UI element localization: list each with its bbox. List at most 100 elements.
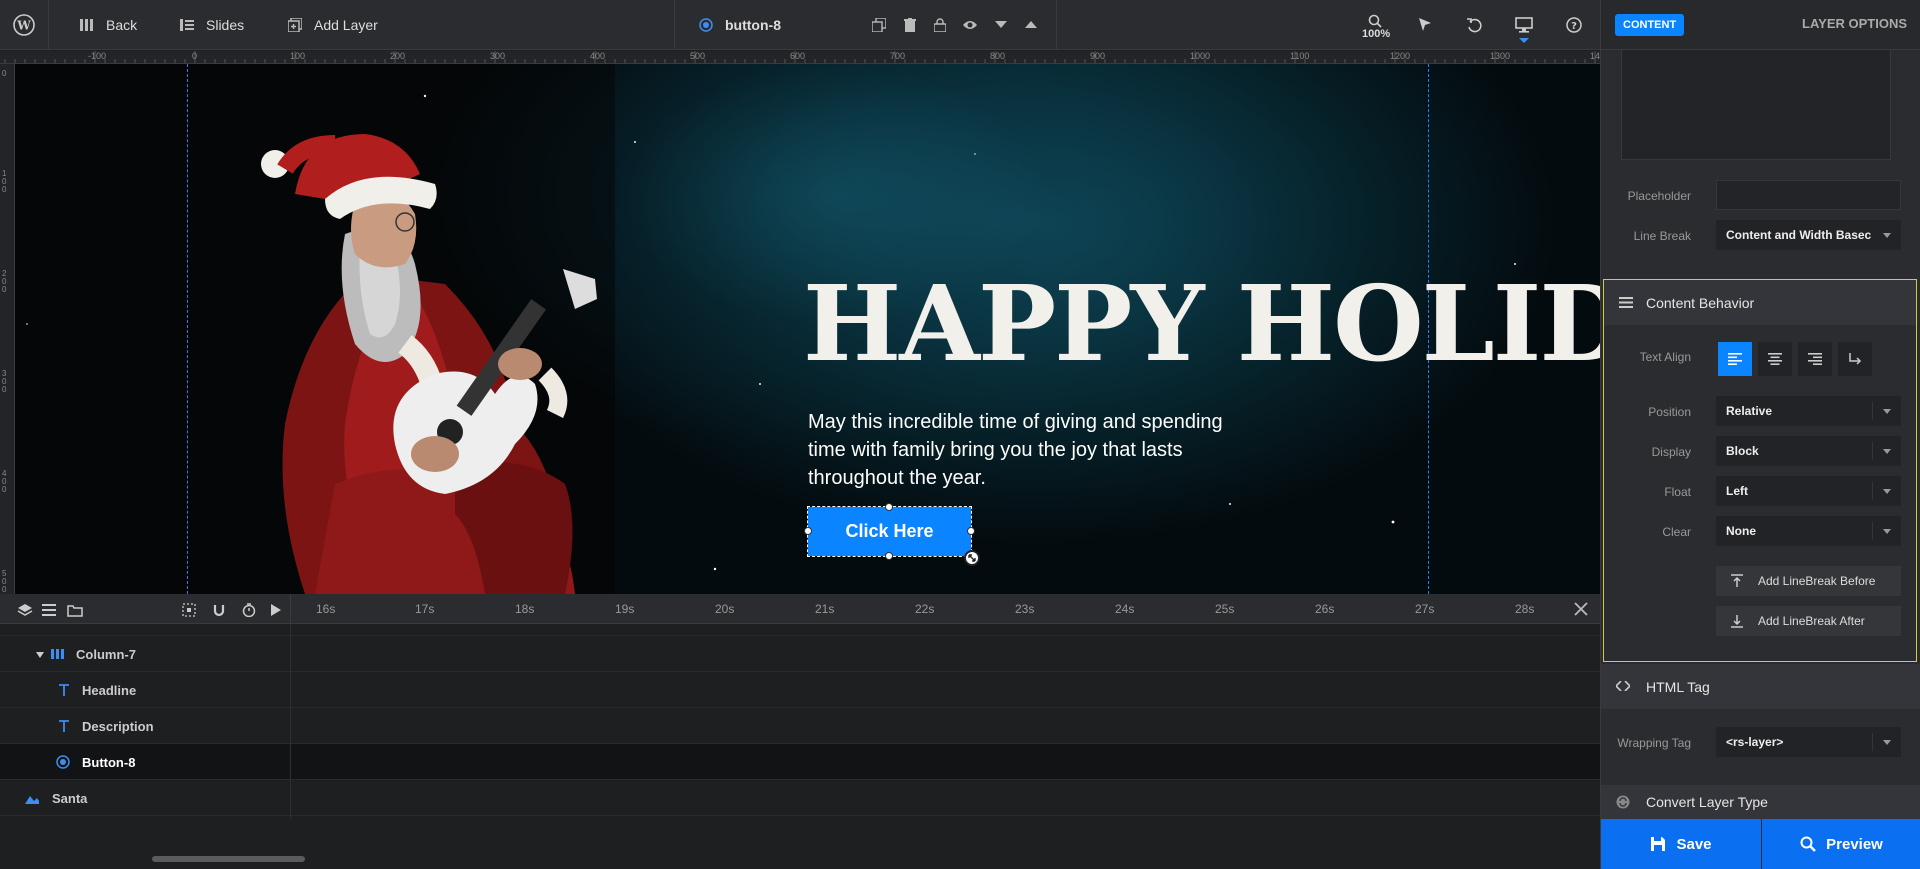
select-divider: [1872, 402, 1873, 420]
slide-canvas[interactable]: HAPPY HOLIDA May this incredible time of…: [15, 64, 1600, 594]
selected-layer-indicator[interactable]: button-8: [697, 0, 781, 50]
return-arrow-icon: [1849, 353, 1862, 365]
play-icon[interactable]: [265, 599, 287, 621]
chevron-down-icon: [1883, 740, 1891, 745]
ruler-label: 700: [890, 51, 906, 61]
top-toolbar: W Back Slides Add Layer button-8 100% ?: [0, 0, 1600, 50]
visibility-eye-icon[interactable]: [959, 14, 981, 36]
position-label: Position: [1648, 405, 1691, 419]
timeline-label: 22s: [915, 602, 935, 616]
text-icon: [57, 683, 71, 697]
save-button[interactable]: Save: [1601, 819, 1761, 869]
back-button[interactable]: Back: [78, 0, 137, 50]
ruler-label: 800: [990, 51, 1006, 61]
layer-name: Button-8: [82, 755, 136, 770]
tab-content[interactable]: CONTENT: [1615, 14, 1685, 36]
ruler-label: 600: [790, 51, 806, 61]
pointer-icon[interactable]: [1414, 14, 1436, 36]
list-icon[interactable]: [38, 599, 60, 621]
timer-icon[interactable]: [238, 599, 260, 621]
panel-header: CONTENT LAYER OPTIONS: [1601, 0, 1920, 50]
preview-button[interactable]: Preview: [1762, 819, 1920, 869]
timeline-label: 19s: [615, 602, 635, 616]
linebreak-before-icon: [1731, 574, 1743, 587]
lock-icon[interactable]: [929, 14, 951, 36]
text-icon: [57, 719, 71, 733]
position-select[interactable]: Relative: [1716, 396, 1901, 426]
align-right-button[interactable]: [1798, 342, 1832, 376]
position-value: Relative: [1726, 404, 1773, 418]
desktop-view-icon[interactable]: [1513, 14, 1535, 36]
layer-name: Santa: [52, 791, 88, 806]
layer-row-button-8[interactable]: Button-8: [0, 744, 1600, 780]
magnet-icon[interactable]: [208, 599, 230, 621]
wrapping-tag-select[interactable]: <rs-layer>: [1716, 727, 1901, 757]
move-up-icon[interactable]: [1020, 14, 1042, 36]
select-divider: [1872, 442, 1873, 460]
clear-select[interactable]: None: [1716, 516, 1901, 546]
help-icon[interactable]: ?: [1563, 14, 1585, 36]
clear-label: Clear: [1662, 525, 1691, 539]
undo-icon[interactable]: [1463, 14, 1485, 36]
layer-row-column-7[interactable]: Column-7: [0, 636, 1600, 672]
add-layer-button[interactable]: Add Layer: [286, 0, 378, 50]
align-center-button[interactable]: [1758, 342, 1792, 376]
layer-row-santa[interactable]: Santa: [0, 780, 1600, 816]
resize-handle-bottom[interactable]: [885, 552, 893, 560]
button-layer-icon: [56, 755, 70, 769]
layers-icon[interactable]: [14, 599, 36, 621]
clear-value: None: [1726, 524, 1756, 538]
click-here-button[interactable]: Click Here: [807, 506, 972, 557]
duplicate-icon[interactable]: [868, 14, 890, 36]
convert-layer-title: Convert Layer Type: [1646, 794, 1768, 810]
float-label: Float: [1664, 485, 1691, 499]
align-left-icon: [1728, 353, 1742, 365]
placeholder-label: Placeholder: [1627, 189, 1691, 203]
display-select[interactable]: Block: [1716, 436, 1901, 466]
trash-icon[interactable]: [899, 14, 921, 36]
resize-corner-icon[interactable]: [964, 550, 980, 566]
ruler-label: 400: [2, 469, 7, 494]
slides-button[interactable]: Slides: [178, 0, 244, 50]
align-inherit-button[interactable]: [1838, 342, 1872, 376]
content-behavior-section: [1603, 279, 1917, 662]
slides-label: Slides: [206, 17, 245, 33]
line-break-select[interactable]: Content and Width Basec: [1716, 220, 1901, 250]
placeholder-input[interactable]: [1716, 180, 1901, 210]
wordpress-logo-button[interactable]: W: [12, 0, 36, 50]
select-divider: [1872, 482, 1873, 500]
ruler-label: 100: [2, 169, 7, 194]
resize-handle-left[interactable]: [804, 527, 812, 535]
folder-icon[interactable]: [64, 599, 86, 621]
resize-handle-top[interactable]: [885, 503, 893, 511]
move-down-icon[interactable]: [990, 14, 1012, 36]
align-left-button[interactable]: [1718, 342, 1752, 376]
add-linebreak-after-button[interactable]: Add LineBreak After: [1716, 606, 1901, 636]
headline-layer[interactable]: HAPPY HOLIDA: [803, 272, 1600, 376]
convert-layer-header[interactable]: Convert Layer Type: [1601, 785, 1920, 819]
grid-snap-icon[interactable]: [178, 599, 200, 621]
close-timeline-icon[interactable]: [1573, 601, 1589, 617]
layer-row-headline[interactable]: Headline: [0, 672, 1600, 708]
chevron-down-icon: [1883, 529, 1891, 534]
add-linebreak-before-button[interactable]: Add LineBreak Before: [1716, 566, 1901, 596]
chevron-down-icon: [1883, 449, 1891, 454]
collapse-caret-icon[interactable]: [36, 652, 44, 658]
layer-row-description[interactable]: Description: [0, 708, 1600, 744]
layers-divider: [290, 624, 291, 819]
html-tag-header[interactable]: HTML Tag: [1601, 664, 1920, 709]
resize-handle-right[interactable]: [967, 527, 975, 535]
timeline-label: 16s: [316, 602, 336, 616]
horizontal-scrollbar[interactable]: [152, 856, 305, 862]
tab-layer-options[interactable]: LAYER OPTIONS: [1802, 16, 1907, 31]
vertical-ruler: 0 100 200 300 400 500: [0, 64, 15, 594]
description-layer[interactable]: May this incredible time of giving and s…: [808, 408, 1228, 492]
content-behavior-header[interactable]: Content Behavior: [1604, 280, 1916, 325]
ruler-label: -100: [88, 51, 107, 61]
ruler-label: 500: [690, 51, 706, 61]
timeline-label: 23s: [1015, 602, 1035, 616]
ruler-label: 14: [1590, 51, 1600, 61]
preview-label: Preview: [1826, 835, 1883, 853]
float-select[interactable]: Left: [1716, 476, 1901, 506]
content-textarea[interactable]: [1621, 50, 1891, 160]
